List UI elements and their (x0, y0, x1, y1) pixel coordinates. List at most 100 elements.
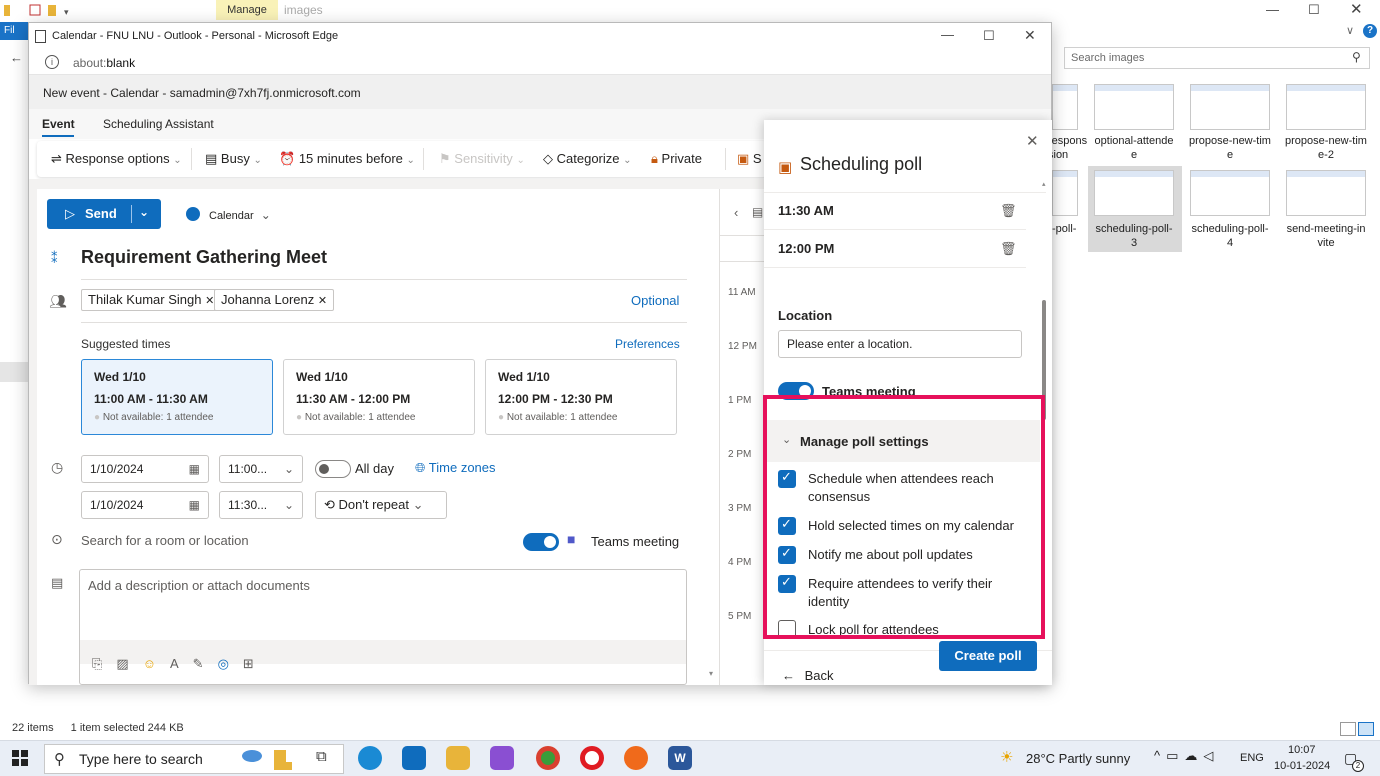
explorer-search-input[interactable]: Search images (1064, 47, 1370, 69)
maximize-icon[interactable]: ☐ (983, 28, 995, 44)
repeat-dropdown[interactable]: ⟲ Don't repeat ⌄ (315, 491, 447, 519)
windows-start-icon[interactable] (12, 750, 28, 766)
scheduling-poll-ribbon-button[interactable]: ▣ S (737, 151, 762, 167)
info-icon[interactable]: i (45, 55, 59, 69)
firefox-taskbar-icon[interactable] (624, 746, 648, 770)
end-date-picker[interactable]: 1/10/2024 ▦ (81, 491, 209, 519)
tab-scheduling-assistant[interactable]: Scheduling Assistant (103, 117, 214, 131)
help-icon[interactable]: ? (1363, 24, 1377, 38)
location-input[interactable]: Search for a room or location (81, 533, 249, 548)
suggested-time-card[interactable]: Wed 1/10 11:30 AM - 12:00 PM ● Not avail… (283, 359, 475, 435)
scroll-up-icon[interactable]: ▴ (1042, 180, 1046, 188)
thumbnail-item[interactable]: optional-attende e (1094, 84, 1174, 161)
previous-day-icon[interactable]: ‹ (734, 205, 738, 220)
start-date-picker[interactable]: 1/10/2024 ▦ (81, 455, 209, 483)
thumbnail-label: send-meeting-in vite (1286, 223, 1366, 249)
thumbnail-item[interactable]: propose-new-tim e-2 (1285, 84, 1367, 161)
attendee-chip[interactable]: Johanna Lorenz ✕ (214, 289, 335, 311)
opera-taskbar-icon[interactable] (580, 746, 604, 770)
remove-attendee-icon[interactable]: ✕ (318, 295, 327, 307)
location-label: Location (778, 308, 833, 323)
nav-pane-selected[interactable] (0, 362, 28, 382)
address-bar[interactable]: i about:blank (29, 51, 1051, 75)
thumbnail-label: scheduling-poll- 4 (1191, 223, 1269, 249)
teams-meeting-toggle[interactable] (523, 533, 559, 551)
send-button[interactable]: ▷ Send ⌄ (47, 199, 161, 229)
mail-taskbar-icon[interactable] (402, 746, 426, 770)
back-arrow-icon: ← (782, 668, 795, 683)
preferences-link[interactable]: Preferences (615, 337, 680, 351)
file-tab[interactable]: Fil (0, 22, 28, 40)
details-view-icon[interactable] (1340, 722, 1356, 736)
close-icon[interactable]: ✕ (1024, 27, 1036, 44)
suggested-time-card[interactable]: Wed 1/10 11:00 AM - 11:30 AM ● Not avail… (81, 359, 273, 435)
optional-link[interactable]: Optional (631, 293, 679, 308)
split-divider (131, 205, 132, 223)
chrome-taskbar-icon[interactable] (536, 746, 560, 770)
minimize-icon[interactable]: — (941, 27, 954, 42)
poll-icon: ▣ (737, 151, 750, 166)
edge-taskbar-icon[interactable] (358, 746, 382, 770)
time-zones-link[interactable]: 🌐︎ Time zones (415, 460, 496, 476)
weather-text[interactable]: 28°C Partly sunny (1026, 751, 1130, 766)
visual-studio-taskbar-icon[interactable] (490, 746, 514, 770)
end-time-dropdown[interactable]: 11:30... ⌄ (219, 491, 303, 519)
emoji-icon: ☺ (142, 656, 170, 671)
large-icons-view-icon[interactable] (1358, 722, 1374, 736)
back-arrow-icon[interactable]: ← (10, 50, 23, 65)
ribbon-expand-icon[interactable]: ∨ (1346, 24, 1354, 37)
calendar-selector[interactable]: Calendar ⌄ (209, 208, 271, 222)
thumbnail-item[interactable]: scheduling-poll- 4 (1190, 170, 1270, 249)
task-view-icon[interactable]: ⧉ (316, 748, 327, 765)
svg-text:▾: ▾ (64, 7, 69, 17)
explorer-minimize-icon[interactable]: — (1266, 2, 1279, 17)
format-toolbar[interactable]: ⎘▨☺A✎◎⊞ (92, 656, 268, 672)
delete-icon[interactable]: 🗑︎ (1000, 230, 1017, 268)
sensitivity-icon: ⚑ (439, 151, 451, 166)
remove-attendee-icon[interactable]: ✕ (205, 295, 214, 307)
thumbnail-image (1052, 84, 1078, 130)
calendar-icon: ▦ (188, 498, 200, 512)
today-icon[interactable]: ▤ (752, 205, 763, 219)
chevron-up-icon: ^ (1154, 748, 1167, 763)
private-button[interactable]: 🔒︎ Private (651, 151, 702, 167)
tab-event[interactable]: Event (42, 117, 75, 131)
clock-time[interactable]: 10:07 (1288, 744, 1316, 756)
back-button[interactable]: ← Back (782, 668, 834, 683)
scroll-down-icon[interactable]: ▾ (709, 669, 713, 678)
system-tray[interactable]: ^▭☁◁ (1154, 748, 1219, 764)
response-options-button[interactable]: ⇌ Response options ⌄ (51, 151, 182, 167)
categorize-dropdown[interactable]: ◇ Categorize ⌄ (543, 151, 632, 167)
start-time-dropdown[interactable]: 11:00... ⌄ (219, 455, 303, 483)
taskbar-search-input[interactable]: Type here to search (44, 744, 344, 774)
attendee-chip[interactable]: Thilak Kumar Singh ✕ (81, 289, 222, 311)
manage-tab[interactable]: Manage (216, 0, 278, 20)
language-indicator[interactable]: ENG (1240, 752, 1264, 764)
show-as-busy-dropdown[interactable]: ▤ Busy ⌄ (205, 151, 262, 167)
explorer-maximize-icon[interactable]: ☐ (1308, 2, 1320, 18)
thumbnail-item[interactable]: propose-new-tim e (1189, 84, 1271, 161)
busy-icon: ▤ (205, 151, 218, 166)
word-taskbar-icon[interactable]: W (668, 746, 692, 770)
file-explorer-taskbar-icon[interactable] (446, 746, 470, 770)
all-day-toggle[interactable] (315, 460, 351, 478)
suggested-time-card[interactable]: Wed 1/10 12:00 PM - 12:30 PM ● Not avail… (485, 359, 677, 435)
send-options-chevron-icon[interactable]: ⌄ (139, 205, 149, 219)
url-text: about:blank (73, 56, 136, 70)
description-editor[interactable]: Add a description or attach documents ⎘▨… (79, 569, 687, 685)
edge-titlebar: Calendar - FNU LNU - Outlook - Personal … (29, 23, 1051, 51)
thumbnail-item[interactable]: -poll- (1052, 170, 1078, 235)
thumbnail-item[interactable]: send-meeting-in vite (1286, 170, 1366, 249)
thumbnail-item[interactable]: respons sion (1048, 84, 1087, 161)
close-panel-icon[interactable]: ✕ (1026, 132, 1039, 150)
explorer-close-icon[interactable]: ✕ (1350, 0, 1363, 18)
divider (81, 322, 687, 323)
event-title-input[interactable]: Requirement Gathering Meet (81, 247, 327, 268)
reminder-dropdown[interactable]: ⏰ 15 minutes before ⌄ (279, 151, 415, 167)
thumbnail-item-selected[interactable]: scheduling-poll- 3 (1088, 166, 1182, 252)
repeat-icon: ⟲ (324, 497, 335, 512)
delete-icon[interactable]: 🗑︎ (1000, 192, 1017, 230)
poll-location-input[interactable]: Please enter a location. (778, 330, 1022, 358)
create-poll-button[interactable]: Create poll (939, 641, 1037, 671)
clock-date[interactable]: 10-01-2024 (1274, 760, 1330, 772)
